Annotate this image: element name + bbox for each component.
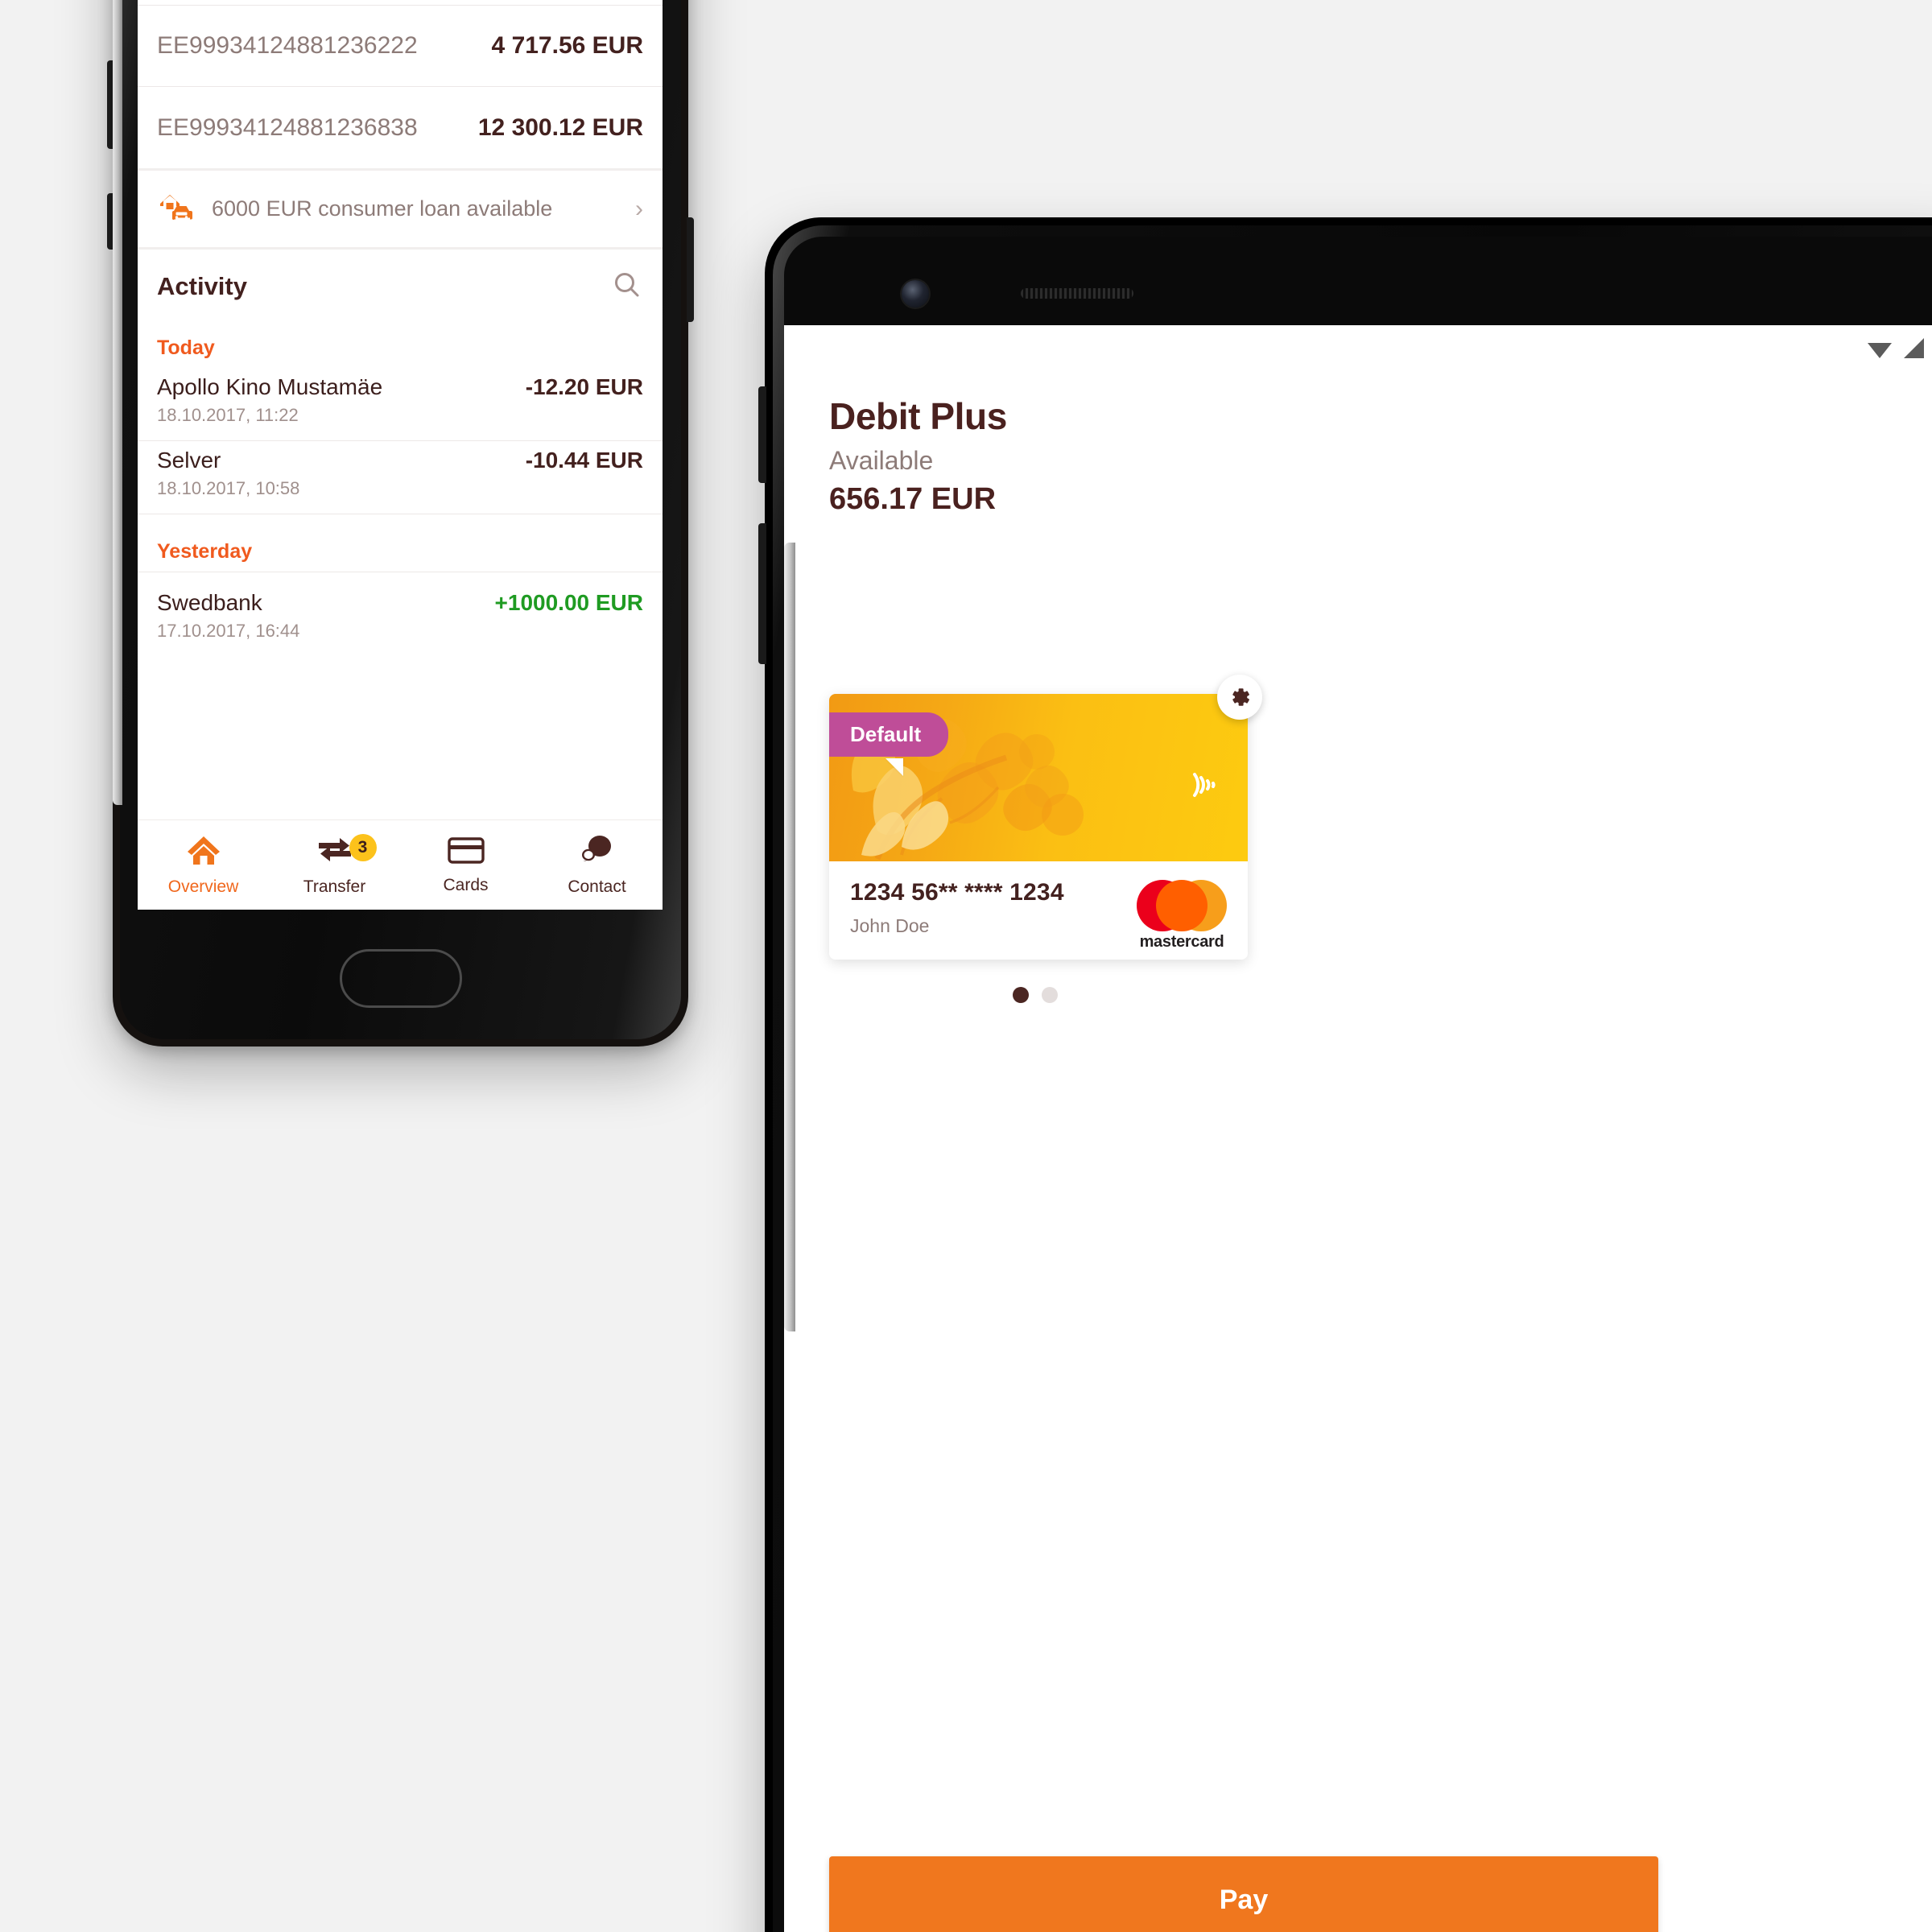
house-car-icon — [157, 191, 194, 227]
phone-device-right: Debit Plus Available 656.17 EUR Default … — [758, 217, 1932, 1932]
card-details: 1234 56** **** 1234 John Doe mastercard — [829, 861, 1248, 960]
status-bar — [784, 325, 1932, 375]
phone-inner-right: Debit Plus Available 656.17 EUR Default … — [784, 237, 1932, 1932]
phone-screen-left: All accounts JD Main account 656.17 EUR … — [138, 0, 663, 910]
transaction-name: Selver — [157, 448, 221, 473]
transaction-date: 18.10.2017, 11:22 — [157, 405, 299, 425]
nav-item-overview[interactable]: Overview — [138, 820, 269, 910]
activity-title: Activity — [157, 272, 247, 300]
transaction-amount: +1000.00 EUR — [494, 590, 643, 615]
mastercard-logo: mastercard — [1133, 880, 1230, 952]
nav-label: Overview — [167, 877, 239, 896]
contactless-icon — [1183, 765, 1224, 809]
transaction-row[interactable]: Apollo Kino Mustamäe -12.20 EUR 18.10.20… — [138, 368, 663, 441]
card-icon — [447, 836, 485, 869]
mastercard-wordmark: mastercard — [1139, 933, 1224, 951]
payment-card[interactable]: Default 1234 56** **** 1234 John Doe mas… — [829, 675, 1262, 960]
chat-bubble-icon — [579, 834, 616, 870]
card-pager[interactable] — [1013, 987, 1932, 1003]
consumer-loan-banner[interactable]: 6000 EUR consumer loan available › — [138, 171, 663, 250]
nav-item-contact[interactable]: Contact — [531, 820, 663, 910]
phone-top-hardware — [784, 237, 1932, 325]
nav-label: Cards — [443, 875, 489, 894]
power-button-right-phone[interactable] — [758, 523, 766, 664]
transaction-name: Swedbank — [157, 590, 262, 615]
account-row[interactable]: EE99934124881236838 12 300.12 EUR — [138, 87, 663, 168]
card-title: Debit Plus — [829, 395, 1007, 437]
wifi-icon — [1866, 336, 1893, 365]
transaction-amount: -12.20 EUR — [525, 374, 643, 399]
bottom-navigation-left: Overview 3 Transfer Cards Contact — [138, 819, 663, 910]
mastercard-overlap — [1156, 880, 1208, 931]
phone-edge-highlight-left — [113, 0, 122, 805]
activity-day-label: Yesterday — [157, 540, 253, 563]
default-card-tag: Default — [829, 712, 949, 757]
search-icon[interactable] — [611, 269, 643, 305]
accounts-list: Main account 656.17 EUR EE99934124881236… — [138, 0, 663, 171]
card-header: Debit Plus Available 656.17 EUR — [784, 375, 1932, 517]
home-icon — [185, 834, 222, 870]
account-amount: 12 300.12 EUR — [477, 114, 643, 141]
phone-screen-right: Debit Plus Available 656.17 EUR Default … — [784, 325, 1932, 1932]
transfer-arrows-icon — [314, 834, 356, 870]
pager-dot[interactable] — [1042, 987, 1058, 1003]
transaction-date: 18.10.2017, 10:58 — [157, 478, 300, 498]
transaction-amount: -10.44 EUR — [525, 448, 643, 473]
screenshot-canvas: All accounts JD Main account 656.17 EUR … — [0, 0, 1932, 1932]
consumer-loan-text: 6000 EUR consumer loan available — [212, 196, 553, 221]
pay-button-wrap: Pay — [829, 1856, 1932, 1932]
transaction-row[interactable]: Swedbank +1000.00 EUR 17.10.2017, 16:44 — [138, 572, 663, 656]
signal-icon — [1901, 336, 1926, 365]
pager-dot-active[interactable] — [1013, 987, 1029, 1003]
account-amount: 4 717.56 EUR — [491, 32, 643, 59]
home-button-left[interactable] — [339, 949, 462, 1008]
transaction-date: 17.10.2017, 16:44 — [157, 621, 300, 641]
phone-edge-highlight-right — [784, 543, 795, 1331]
nav-label: Contact — [568, 877, 626, 896]
transaction-name: Apollo Kino Mustamäe — [157, 374, 383, 399]
account-row[interactable]: Main account 656.17 EUR — [138, 0, 663, 6]
account-name: EE99934124881236222 — [157, 32, 418, 59]
phone-device-left: All accounts JD Main account 656.17 EUR … — [107, 0, 694, 1046]
tag-fold-decoration — [886, 758, 903, 776]
account-name: EE99934124881236838 — [157, 114, 418, 141]
earpiece-speaker — [1021, 288, 1133, 299]
transfer-badge: 3 — [349, 834, 377, 861]
chevron-right-icon: › — [635, 195, 643, 222]
pay-button[interactable]: Pay — [829, 1856, 1658, 1932]
nav-label: Transfer — [303, 877, 366, 896]
front-camera — [902, 280, 929, 308]
available-label: Available — [829, 446, 934, 475]
account-row[interactable]: EE99934124881236222 4 717.56 EUR — [138, 6, 663, 87]
nav-item-cards[interactable]: Cards — [400, 820, 531, 910]
power-button-right[interactable] — [687, 217, 694, 322]
activity-header: Activity — [138, 250, 663, 324]
nav-item-transfer[interactable]: 3 Transfer — [269, 820, 400, 910]
gear-icon[interactable] — [1217, 675, 1262, 720]
transaction-row[interactable]: Selver -10.44 EUR 18.10.2017, 10:58 — [138, 441, 663, 514]
volume-button-right-phone[interactable] — [758, 386, 766, 483]
available-balance: 656.17 EUR — [829, 482, 997, 516]
card-artwork: Default — [829, 694, 1248, 861]
card-carousel: Default 1234 56** **** 1234 John Doe mas… — [829, 675, 1932, 1003]
activity-day-label: Today — [157, 336, 215, 359]
